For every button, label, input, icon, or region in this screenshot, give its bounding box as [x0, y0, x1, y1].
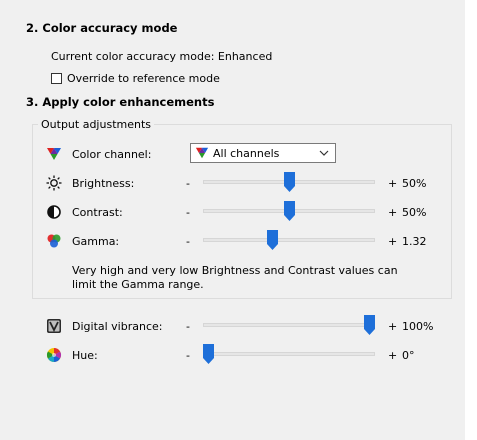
brightness-slider-thumb[interactable] [284, 172, 295, 192]
current-mode-text: Current color accuracy mode: Enhanced [51, 50, 273, 63]
rgb-circles-icon [47, 234, 61, 248]
hue-slider-thumb[interactable] [203, 344, 214, 364]
section-3-title: 3. Apply color enhancements [26, 95, 215, 109]
vibrance-decrease[interactable]: - [186, 320, 190, 333]
chevron-down-icon [319, 150, 329, 156]
hue-slider-track[interactable] [203, 352, 375, 356]
vibrance-value: 100% [402, 320, 434, 333]
hue-value: 0° [402, 349, 415, 362]
contrast-increase[interactable]: + [388, 206, 397, 219]
rgb-channels-icon [47, 148, 61, 160]
section-2-title: 2. Color accuracy mode [26, 21, 178, 35]
vibrance-icon [47, 319, 61, 333]
brightness-label: Brightness: [72, 177, 135, 190]
vibrance-slider-thumb[interactable] [364, 315, 375, 335]
gamma-increase[interactable]: + [388, 235, 397, 248]
contrast-slider-thumb[interactable] [284, 201, 295, 221]
gamma-slider-track[interactable] [203, 238, 375, 242]
contrast-value: 50% [402, 206, 427, 219]
contrast-label: Contrast: [72, 206, 123, 219]
hue-label: Hue: [72, 349, 98, 362]
color-wheel-icon [47, 348, 61, 362]
brightness-increase[interactable]: + [388, 177, 397, 190]
vibrance-slider-track[interactable] [203, 323, 375, 327]
gamma-label: Gamma: [72, 235, 120, 248]
output-adjustments-title: Output adjustments [38, 118, 154, 131]
scroll-area-edge [465, 0, 477, 440]
gamma-value: 1.32 [402, 235, 427, 248]
color-channel-dropdown[interactable]: All channels [190, 143, 336, 163]
rgb-channels-icon [195, 147, 209, 159]
override-checkbox[interactable] [51, 73, 62, 84]
vibrance-increase[interactable]: + [388, 320, 397, 333]
brightness-decrease[interactable]: - [186, 177, 190, 190]
contrast-icon [47, 205, 61, 219]
sun-icon [46, 175, 62, 191]
override-label[interactable]: Override to reference mode [67, 72, 220, 85]
digital-vibrance-label: Digital vibrance: [72, 320, 163, 333]
brightness-value: 50% [402, 177, 427, 190]
hue-decrease[interactable]: - [186, 349, 190, 362]
hue-increase[interactable]: + [388, 349, 397, 362]
gamma-decrease[interactable]: - [186, 235, 190, 248]
gamma-range-note: Very high and very low Brightness and Co… [72, 264, 398, 291]
color-channel-value: All channels [213, 147, 280, 160]
contrast-decrease[interactable]: - [186, 206, 190, 219]
color-channel-label: Color channel: [72, 148, 152, 161]
gamma-slider-thumb[interactable] [267, 230, 278, 250]
